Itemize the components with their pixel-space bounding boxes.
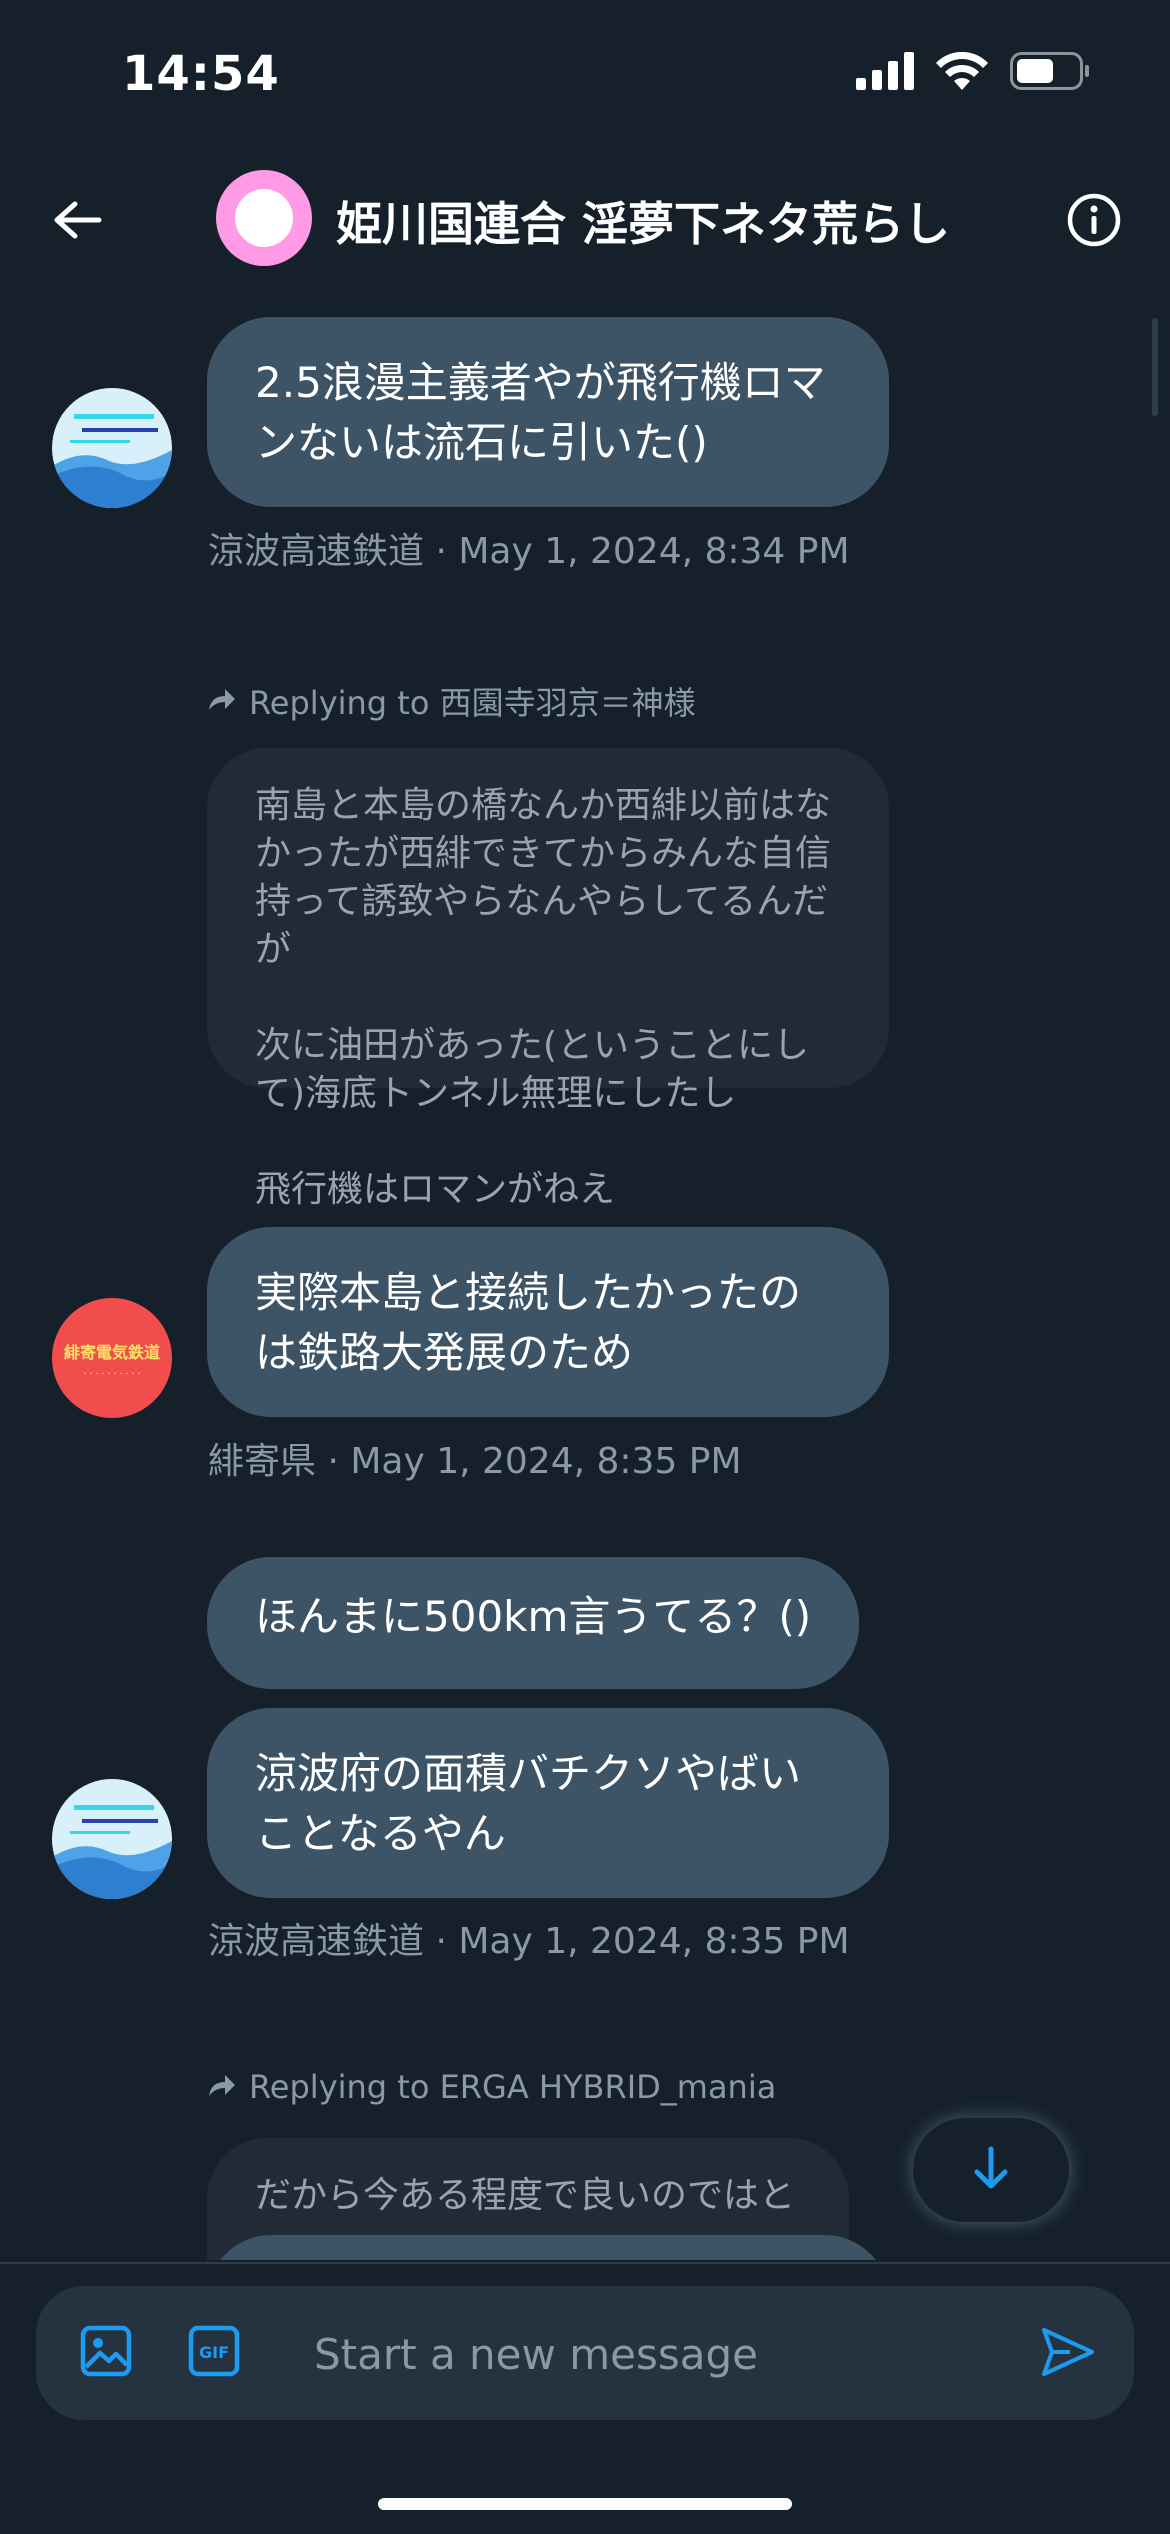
reply-label: Replying to 西園寺羽京＝神様: [249, 684, 696, 722]
message-input[interactable]: [312, 2316, 1016, 2392]
status-bar: 14:54: [0, 0, 1170, 150]
status-icons: [856, 51, 1090, 94]
wifi-icon: [936, 51, 988, 94]
info-button[interactable]: [1062, 190, 1126, 254]
avatar-suzunami[interactable]: [52, 1779, 172, 1899]
message-meta: 緋寄県 · May 1, 2024, 8:35 PM: [208, 1441, 742, 1482]
gif-icon[interactable]: GIF: [186, 2323, 242, 2383]
status-time: 14:54: [122, 46, 280, 102]
composer-area: GIF: [0, 2262, 1170, 2534]
message-meta: 涼波高速鉄道 · May 1, 2024, 8:34 PM: [208, 531, 850, 572]
home-indicator[interactable]: [378, 2498, 792, 2510]
back-button[interactable]: [46, 190, 110, 254]
battery-icon: [1010, 52, 1090, 94]
image-icon[interactable]: [78, 2323, 134, 2383]
reply-label: Replying to ERGA HYBRID_mania: [249, 2068, 777, 2106]
group-avatar[interactable]: [216, 170, 312, 266]
signal-icon: [856, 52, 914, 94]
avatar-suzunami[interactable]: [52, 388, 172, 508]
conversation-header: 姫川国連合 淫夢下ネタ荒らし: [0, 150, 1170, 295]
svg-text:GIF: GIF: [199, 2343, 229, 2362]
back-arrow-icon: [53, 200, 103, 244]
message-bubble[interactable]: 涼波府の面積バチクソやばいことなるやん: [207, 1708, 889, 1898]
conversation-title[interactable]: 姫川国連合 淫夢下ネタ荒らし: [336, 188, 950, 254]
message-bubble[interactable]: [207, 2235, 889, 2260]
message-meta: 涼波高速鉄道 · May 1, 2024, 8:35 PM: [208, 1921, 850, 1962]
avatar-label: 緋寄電気鉄道: [63, 1342, 160, 1362]
message-list[interactable]: 2.5浪漫主義者やが飛行機ロマンないは流石に引いた() 涼波高速鉄道 · May…: [0, 295, 1170, 2260]
message-bubble[interactable]: 2.5浪漫主義者やが飛行機ロマンないは流石に引いた(): [207, 317, 889, 507]
arrow-down-icon: [971, 2145, 1011, 2195]
message-bubble[interactable]: ほんまに500km言うてる？(): [207, 1557, 860, 1689]
reply-indicator[interactable]: Replying to ERGA HYBRID_mania: [207, 2068, 776, 2106]
message-bubble[interactable]: 実際本島と接続したかったのは鉄路大発展のため: [207, 1227, 889, 1417]
avatar-hiyose[interactable]: 緋寄電気鉄道 ・・・・・・・・・・: [52, 1298, 172, 1418]
info-icon: [1066, 192, 1122, 252]
send-icon[interactable]: [1040, 2324, 1096, 2384]
reply-arrow-icon: [207, 2068, 237, 2106]
quoted-message[interactable]: 南島と本島の橋なんか西緋以前はなかったが西緋できてからみんな自信持って誘致やらな…: [207, 748, 889, 1210]
message-composer: GIF: [36, 2286, 1134, 2420]
reply-indicator[interactable]: Replying to 西園寺羽京＝神様: [207, 678, 696, 724]
scroll-to-bottom-button[interactable]: [913, 2118, 1069, 2222]
reply-arrow-icon: [207, 682, 237, 720]
